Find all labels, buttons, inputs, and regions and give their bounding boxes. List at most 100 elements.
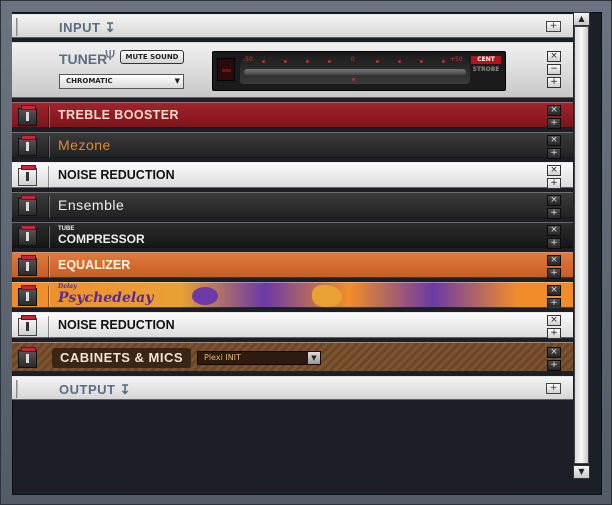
close-icon[interactable]: × bbox=[547, 255, 561, 266]
add-icon[interactable]: + bbox=[547, 178, 561, 189]
add-icon[interactable]: + bbox=[547, 328, 561, 339]
power-button[interactable] bbox=[18, 225, 37, 246]
power-button[interactable] bbox=[18, 195, 37, 216]
module-name: Delay Psychedelay bbox=[58, 283, 153, 307]
close-icon[interactable]: × bbox=[547, 51, 561, 62]
add-module-button[interactable]: + bbox=[546, 21, 561, 32]
close-icon[interactable]: × bbox=[547, 225, 561, 236]
strobe-mode-button[interactable]: STROBE bbox=[471, 66, 501, 73]
add-icon[interactable]: + bbox=[547, 77, 561, 88]
scale-dot bbox=[306, 60, 309, 63]
module-name: Mezone bbox=[58, 137, 111, 153]
module-name-main: Psychedelay bbox=[58, 290, 154, 306]
tuner-needle bbox=[352, 78, 355, 81]
cent-mode-button[interactable]: CENT bbox=[471, 56, 501, 64]
add-icon[interactable]: + bbox=[547, 298, 561, 307]
module-controls: × + bbox=[547, 165, 561, 191]
output-module[interactable]: OUTPUT ↧ + bbox=[12, 376, 573, 400]
close-icon[interactable]: × bbox=[547, 347, 561, 358]
add-module-button[interactable]: + bbox=[546, 383, 561, 394]
module-controls: × + bbox=[547, 135, 561, 161]
divider bbox=[48, 196, 49, 218]
module-name: Ensemble bbox=[58, 197, 125, 213]
power-button[interactable] bbox=[18, 165, 37, 186]
power-button[interactable] bbox=[18, 285, 37, 306]
module-controls: × + bbox=[547, 225, 561, 251]
power-button[interactable] bbox=[18, 315, 37, 336]
scale-right-label: +50 bbox=[450, 56, 463, 63]
ensemble-module: Ensemble × + bbox=[12, 192, 573, 221]
preset-value: Plexi INIT bbox=[204, 353, 241, 362]
tuner-mode-value: CHROMATIC bbox=[66, 77, 113, 85]
add-icon[interactable]: + bbox=[547, 208, 561, 219]
rack-scrollbar[interactable]: ▲ ▼ bbox=[573, 12, 590, 481]
divider bbox=[48, 226, 49, 248]
add-icon[interactable]: + bbox=[547, 148, 561, 159]
close-icon[interactable]: × bbox=[547, 285, 561, 296]
scale-center-label: 0 bbox=[351, 56, 355, 63]
treble-booster-module: TREBLE BOOSTER × + bbox=[12, 102, 573, 129]
flower-decoration bbox=[192, 287, 218, 305]
power-button[interactable] bbox=[18, 135, 37, 156]
output-label: OUTPUT ↧ bbox=[59, 382, 131, 397]
add-icon[interactable]: + bbox=[547, 118, 561, 129]
module-controls: × + bbox=[547, 347, 561, 373]
module-name-main: COMPRESSOR bbox=[58, 231, 145, 246]
add-icon[interactable]: + bbox=[547, 360, 561, 371]
close-icon[interactable]: × bbox=[547, 195, 561, 206]
tuning-fork-icon: Ψ bbox=[105, 49, 116, 64]
scroll-up-button[interactable]: ▲ bbox=[573, 12, 590, 26]
minimize-icon[interactable]: − bbox=[547, 64, 561, 75]
chevron-down-icon: ▼ bbox=[308, 352, 320, 364]
add-icon[interactable]: + bbox=[547, 238, 561, 249]
module-controls: × + bbox=[547, 315, 561, 341]
module-name: NOISE REDUCTION bbox=[58, 168, 175, 182]
tuner-mode-select[interactable]: CHROMATIC ▼ bbox=[59, 74, 184, 89]
module-name: TUBE COMPRESSOR bbox=[58, 223, 145, 247]
divider bbox=[48, 256, 49, 278]
arrow-down-icon: ↧ bbox=[104, 20, 117, 35]
note-display bbox=[217, 58, 235, 81]
chevron-down-icon: ▼ bbox=[174, 77, 180, 85]
tuner-bar bbox=[244, 69, 466, 75]
close-icon[interactable]: × bbox=[547, 165, 561, 176]
power-button[interactable] bbox=[18, 347, 37, 368]
power-button[interactable] bbox=[18, 105, 37, 126]
input-label: INPUT ↧ bbox=[59, 20, 117, 35]
cabinets-mics-module: CABINETS & MICS Plexi INIT ▼ × + bbox=[12, 342, 573, 372]
module-name: NOISE REDUCTION bbox=[58, 318, 175, 332]
tube-compressor-module: TUBE COMPRESSOR × + bbox=[12, 222, 573, 251]
scale-dot bbox=[376, 60, 379, 63]
divider bbox=[48, 286, 49, 307]
module-controls: × + bbox=[547, 195, 561, 221]
module-controls: × + bbox=[547, 285, 561, 307]
tuner-module: TUNER Ψ MUTE SOUND CHROMATIC ▼ -50 0 +50… bbox=[12, 42, 573, 98]
cabinet-preset-select[interactable]: Plexi INIT ▼ bbox=[197, 351, 321, 365]
tuner-scale: -50 0 +50 bbox=[240, 56, 470, 84]
close-icon[interactable]: × bbox=[547, 315, 561, 326]
module-controls: × + bbox=[547, 255, 561, 281]
power-button[interactable] bbox=[18, 255, 37, 276]
equalizer-module: EQUALIZER × + bbox=[12, 252, 573, 281]
scroll-down-button[interactable]: ▼ bbox=[573, 465, 590, 479]
scale-dot bbox=[398, 60, 401, 63]
module-name: TREBLE BOOSTER bbox=[58, 108, 179, 122]
mute-sound-button[interactable]: MUTE SOUND bbox=[120, 50, 184, 64]
close-icon[interactable]: × bbox=[547, 105, 561, 116]
arrow-down-icon: ↧ bbox=[119, 382, 131, 397]
scale-dot bbox=[262, 60, 265, 63]
flower-decoration bbox=[312, 285, 342, 307]
close-icon[interactable]: × bbox=[547, 135, 561, 146]
add-icon[interactable]: + bbox=[547, 268, 561, 279]
scale-dot bbox=[284, 60, 287, 63]
scroll-thumb[interactable] bbox=[574, 26, 589, 464]
module-name: EQUALIZER bbox=[58, 258, 131, 272]
divider bbox=[48, 166, 49, 188]
input-module[interactable]: INPUT ↧ + bbox=[12, 14, 573, 38]
rack-edge bbox=[16, 380, 18, 398]
tuner-label: TUNER bbox=[59, 51, 108, 67]
scale-dot bbox=[328, 60, 331, 63]
mezone-module: Mezone × + bbox=[12, 132, 573, 161]
scale-dot bbox=[420, 60, 423, 63]
noise-reduction-module: NOISE REDUCTION × + bbox=[12, 312, 573, 341]
